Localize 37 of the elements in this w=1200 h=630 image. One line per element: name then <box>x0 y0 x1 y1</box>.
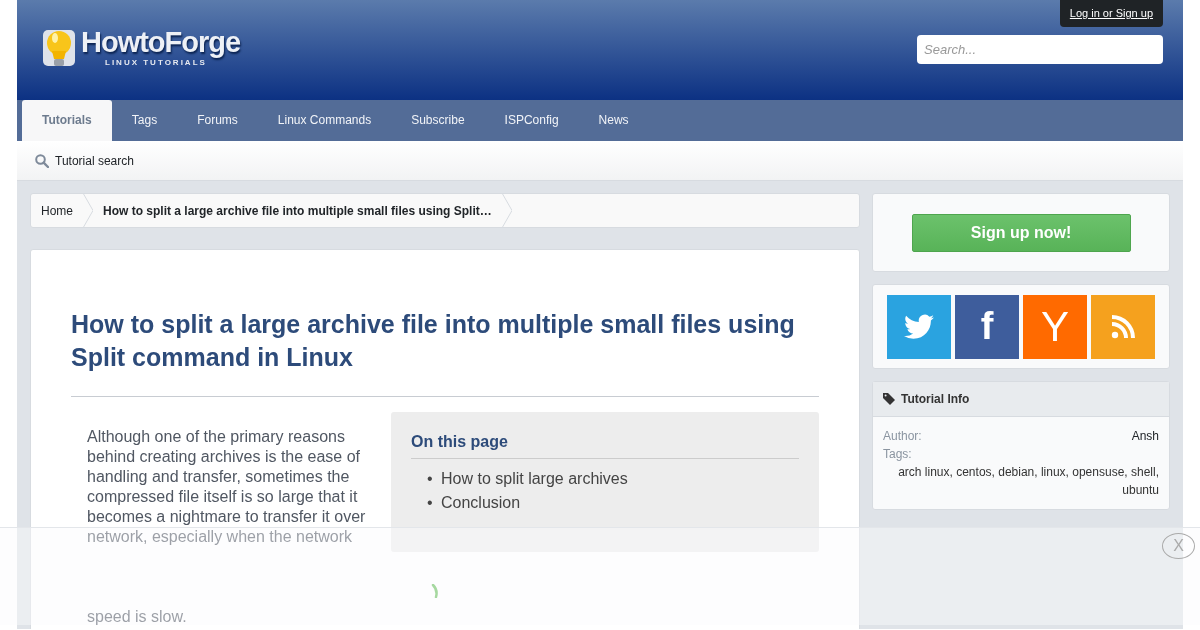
logo-tagline: LINUX TUTORIALS <box>105 57 207 69</box>
author-label: Author: <box>883 428 922 445</box>
tag-list: arch linux, centos, debian, linux, opensuse, shell, ubuntu <box>883 463 1159 499</box>
logo-text: HowtoForge <box>81 27 241 57</box>
tutorial-search-link[interactable]: Tutorial search <box>55 151 134 170</box>
spinner-icon <box>431 584 439 598</box>
nav-tab[interactable]: Tags <box>111 100 178 141</box>
article-paragraph: speed is slow. <box>86 607 188 627</box>
search-field[interactable]: Search... <box>917 35 1163 64</box>
toc-title: On this page <box>411 430 799 459</box>
rss-link[interactable] <box>1091 294 1155 359</box>
nav-tab[interactable]: ISPConfig <box>484 100 579 141</box>
article-paragraph: Although one of the primary reasons behind creating archives is the ease of handling and transfer, sometimes the compressed file itself is so large that it becomes a nightmare to transfer it over network, especially when the network <box>86 427 367 547</box>
login-link[interactable]: Log in or Sign up <box>1059 0 1163 27</box>
author-link[interactable]: Ansh <box>1131 427 1159 445</box>
toc-link[interactable]: How to split large archives <box>441 470 628 487</box>
nav-tab[interactable]: Forums <box>177 100 258 141</box>
nav-tab[interactable]: Tutorials <box>22 100 112 141</box>
facebook-link[interactable]: f <box>955 294 1019 359</box>
hackernews-link[interactable]: Y <box>1023 294 1087 359</box>
bullet-mark: • <box>427 469 434 489</box>
article-title: How to split a large archive file into multiple small files using Split command in Linux <box>71 308 819 397</box>
tag-icon <box>883 393 895 405</box>
site-logo[interactable]: HowtoForge LINUX TUTORIALS <box>41 26 241 70</box>
breadcrumb-link[interactable]: Home <box>31 201 83 220</box>
search-icon <box>35 153 49 168</box>
bullet-mark: • <box>427 493 434 513</box>
nav-tab[interactable]: News <box>578 100 649 141</box>
breadcrumb-link[interactable]: How to split a large archive file into multiple small files using Split… <box>93 201 502 220</box>
twitter-link[interactable] <box>887 294 951 359</box>
rss-icon <box>1111 314 1135 339</box>
info-title: Tutorial Info <box>901 391 970 408</box>
nav-tab[interactable]: Subscribe <box>391 100 485 141</box>
nav-tab[interactable]: Linux Commands <box>257 100 392 141</box>
bird-icon <box>904 313 934 340</box>
toc-link[interactable]: Conclusion <box>441 494 521 511</box>
tags-label: Tags: <box>883 446 913 463</box>
